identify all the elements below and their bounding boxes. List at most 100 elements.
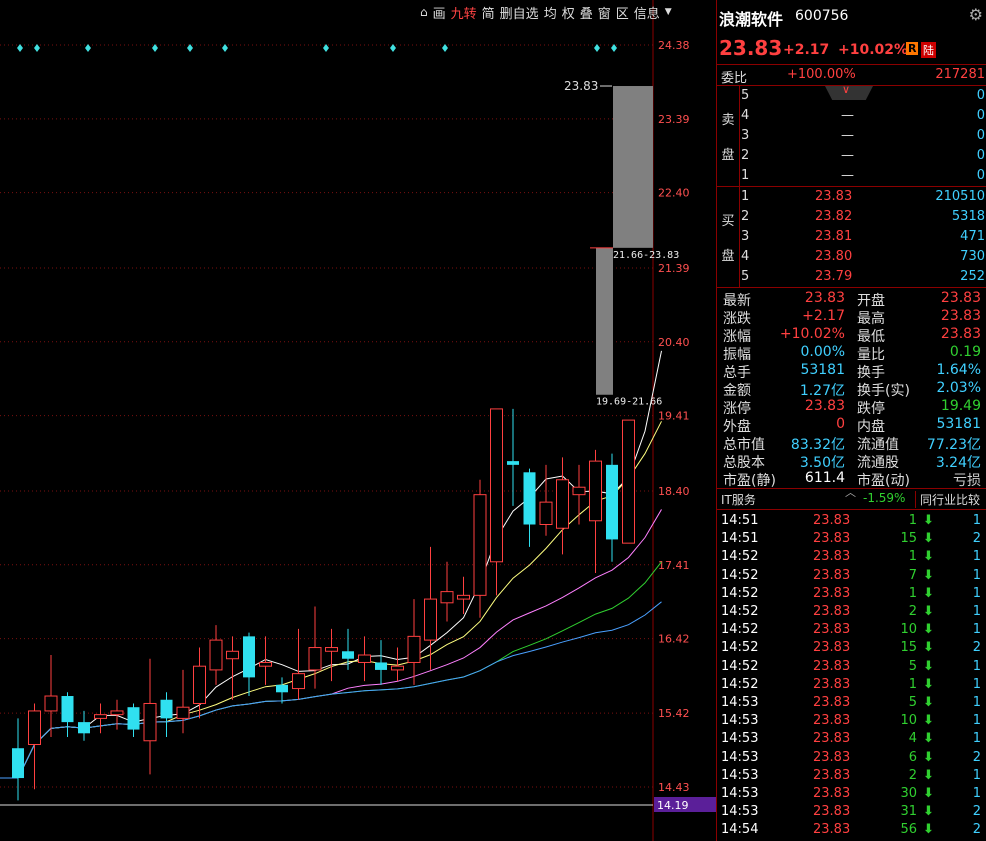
sell-level-row[interactable]: 4 — 0 (741, 106, 985, 126)
buy-level-row[interactable]: 5 23.79 252 (741, 267, 985, 287)
tick-price: 23.83 (813, 658, 851, 674)
toolbar-simple[interactable]: 简 (482, 3, 495, 22)
stat-label: 最低 (857, 329, 885, 345)
tick-price: 23.83 (813, 567, 851, 583)
tick-count: 2 (972, 804, 981, 820)
tick-row[interactable]: 14:52 23.83 5 ⬇ 1 (717, 658, 986, 676)
candle-body (375, 662, 387, 670)
stat-label: 量比 (857, 347, 885, 363)
dropdown-icon[interactable]: ▼ (665, 7, 672, 17)
tick-row[interactable]: 14:53 23.83 6 ⬇ 2 (717, 749, 986, 767)
down-arrow-icon: ⬇ (923, 622, 934, 638)
lock-icon[interactable]: ⌂ (420, 5, 428, 19)
sell-level-row[interactable]: 50 (741, 86, 985, 106)
candle-body (457, 594, 470, 600)
tick-count: 1 (972, 695, 981, 710)
tick-row[interactable]: 14:51 23.83 1 ⬇ 1 (717, 512, 986, 530)
tick-price: 23.83 (813, 749, 851, 765)
tick-count: 1 (972, 767, 981, 783)
sell-book-label: 卖 盘 (717, 86, 740, 186)
toolbar-info[interactable]: 信息 (634, 3, 660, 22)
tick-count: 2 (972, 822, 981, 838)
candle-body (473, 494, 487, 596)
tick-row[interactable]: 14:52 23.83 7 ⬇ 1 (717, 567, 986, 585)
level-number: 4 (741, 108, 750, 123)
tick-row[interactable]: 14:53 23.83 2 ⬇ 1 (717, 767, 986, 785)
r-badge: R (906, 42, 919, 55)
toolbar-draw[interactable]: 画 (433, 3, 446, 22)
candle-body (358, 654, 371, 663)
signal-marker (442, 44, 448, 52)
level-number: 5 (741, 88, 750, 103)
industry-compare-button[interactable]: 同行业比较 (915, 491, 980, 508)
stat-label: 金额 (723, 383, 751, 399)
signal-marker (222, 44, 228, 52)
tick-row[interactable]: 14:52 23.83 1 ⬇ 1 (717, 585, 986, 603)
tick-row[interactable]: 14:53 23.83 30 ⬇ 1 (717, 785, 986, 803)
gear-icon[interactable]: ⚙ (969, 5, 983, 24)
tick-row[interactable]: 14:52 23.83 10 ⬇ 1 (717, 621, 986, 639)
toolbar-delete-watchlist[interactable]: 删自选 (500, 3, 539, 22)
stock-code: 600756 (795, 8, 849, 24)
tick-row[interactable]: 14:52 23.83 1 ⬇ 1 (717, 676, 986, 694)
signal-marker (594, 44, 600, 52)
candle-body (226, 650, 239, 660)
buy-book-label: 买 盘 (717, 187, 740, 287)
tick-time: 14:53 (721, 695, 759, 710)
stat-value: 0 (836, 416, 845, 432)
kline-chart-area[interactable]: 24.38 23.39 22.40 21.39 20.40 19.41 18.40 17.41… (0, 0, 716, 841)
tick-volume: 1 (908, 513, 917, 528)
candle-body (622, 419, 635, 544)
toolbar-overlay[interactable]: 叠 (580, 3, 593, 22)
price-axis-label: 21.39 (658, 262, 690, 275)
stat-label: 流通股 (857, 455, 899, 471)
toolbar-average[interactable]: 均 (544, 3, 557, 22)
price-axis-label: 15.42 (658, 707, 690, 720)
tick-row[interactable]: 14:52 23.83 1 ⬇ 1 (717, 548, 986, 566)
signal-marker (17, 44, 23, 52)
sell-label-1: 卖 (721, 113, 735, 128)
sell-level-row[interactable]: 2 — 0 (741, 146, 985, 166)
tick-row[interactable]: 14:53 23.83 4 ⬇ 1 (717, 730, 986, 748)
sell-label-2: 盘 (721, 148, 735, 163)
industry-name[interactable]: IT服务 (721, 491, 756, 508)
down-arrow-icon: ⬇ (923, 767, 934, 783)
down-arrow-icon: ⬇ (923, 695, 934, 710)
tick-row[interactable]: 14:52 23.83 15 ⬇ 2 (717, 639, 986, 657)
toolbar-jiuzhuan[interactable]: 九转 (451, 3, 477, 22)
kline-chart[interactable]: 24.38 23.39 22.40 21.39 20.40 19.41 18.40 17.41… (0, 0, 716, 841)
buy-level-row[interactable]: 3 23.81 471 (741, 227, 985, 247)
buy-level-row[interactable]: 1 23.83 210510 (741, 187, 985, 207)
down-arrow-icon: ⬇ (923, 549, 934, 565)
down-arrow-icon: ⬇ (923, 822, 934, 838)
tick-row[interactable]: 14:54 23.83 56 ⬇ 2 (717, 821, 986, 839)
stat-value: 23.83 (940, 308, 981, 324)
stat-label: 振幅 (723, 347, 751, 363)
level-volume: 0 (976, 108, 985, 123)
toolbar-range[interactable]: 区 (616, 3, 629, 22)
tick-volume: 15 (900, 640, 917, 656)
buy-level-row[interactable]: 2 23.82 5318 (741, 207, 985, 227)
toolbar-window[interactable]: 窗 (598, 3, 611, 22)
tick-time: 14:52 (721, 622, 759, 638)
buy-level-row[interactable]: 4 23.80 730 (741, 247, 985, 267)
tick-price: 23.83 (813, 822, 851, 838)
stat-value: 3.50亿 (799, 455, 845, 471)
down-arrow-icon: ⬇ (923, 658, 934, 674)
tick-row[interactable]: 14:53 23.83 10 ⬇ 1 (717, 712, 986, 730)
tick-row[interactable]: 14:51 23.83 15 ⬇ 2 (717, 530, 986, 548)
stat-value: 77.23亿 (926, 437, 981, 453)
sell-level-row[interactable]: 3 — 0 (741, 126, 985, 146)
stat-value: 53181 (800, 362, 845, 378)
price-axis-label: 24.38 (658, 39, 690, 52)
tick-row[interactable]: 14:52 23.83 2 ⬇ 1 (717, 603, 986, 621)
quote-panel: 浪潮软件 600756 ⚙ 23.83 +2.17 +10.02% R 陆 委比… (716, 0, 986, 841)
stat-value: +10.02% (779, 326, 845, 342)
sell-level-row[interactable]: 1 — 0 (741, 166, 985, 186)
tick-price: 23.83 (813, 640, 851, 656)
toolbar-rights[interactable]: 权 (562, 3, 575, 22)
tick-row[interactable]: 14:53 23.83 5 ⬇ 1 (717, 694, 986, 712)
stat-label: 总市值 (723, 437, 765, 453)
tick-row[interactable]: 14:53 23.83 31 ⬇ 2 (717, 803, 986, 821)
tick-volume: 7 (908, 567, 917, 583)
